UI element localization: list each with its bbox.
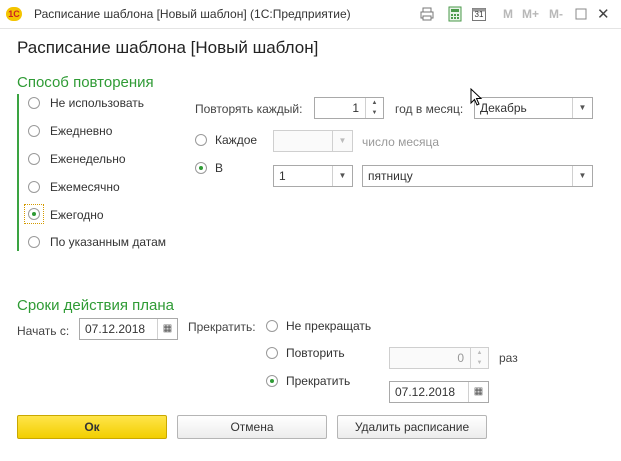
delete-schedule-button[interactable]: Удалить расписание [337,415,487,439]
option-label: Ежемесячно [50,180,120,194]
print-icon[interactable] [419,6,435,22]
spin-up-icon[interactable]: ▲ [471,348,488,358]
calendar-day: 31 [474,10,484,19]
spin-down-icon[interactable]: ▼ [471,358,488,368]
cancel-button[interactable]: Отмена [177,415,327,439]
window-title: Расписание шаблона [Новый шаблон] (1С:Пр… [34,7,351,21]
repeat-count-value: 0 [457,351,464,365]
repeat-count-spinner[interactable]: ▲ ▼ [470,348,488,368]
radio-button[interactable] [195,134,207,146]
times-label: раз [499,351,518,365]
option-label: Каждое [215,133,258,147]
calendar-icon[interactable]: ▦ [468,382,488,402]
repeat-option-yearly[interactable]: Ежегодно [24,204,194,226]
radio-button-selected[interactable] [266,375,278,387]
stop-option-repeat[interactable]: Повторить [266,346,366,362]
option-label: Еженедельно [50,152,126,166]
ok-button[interactable]: Ок [17,415,167,439]
day-of-month-label: число месяца [362,135,440,149]
form-heading: Расписание шаблона [Новый шаблон] [17,38,319,57]
repeat-every-input[interactable]: 1 ▲ ▼ [314,97,384,119]
memory-minus-button[interactable]: M- [549,7,563,21]
option-label: В [215,161,224,175]
repeat-every-label: Повторять каждый: [195,102,303,116]
stop-date-input[interactable]: 07.12.2018 ▦ [389,381,489,403]
week-number-value: 1 [279,169,286,183]
weekday-option[interactable]: В [195,161,255,177]
radio-button[interactable] [266,320,278,332]
calendar-icon[interactable]: 31 [471,6,487,22]
chevron-down-icon[interactable]: ▼ [332,131,352,151]
chevron-down-icon[interactable]: ▼ [572,98,592,118]
radio-button-selected[interactable] [195,162,207,174]
option-label: Не использовать [50,96,144,110]
option-label: Прекратить [286,374,351,388]
repeat-option-none[interactable]: Не использовать [28,96,198,112]
stop-option-stop[interactable]: Прекратить [266,374,376,390]
start-date-input[interactable]: 07.12.2018 ▦ [79,318,178,340]
minimize-icon[interactable] [573,6,589,22]
radio-button[interactable] [28,125,40,137]
month-value: Декабрь [480,101,527,115]
option-label: Не прекращать [286,319,372,333]
option-label: По указанным датам [50,235,167,249]
stop-date-value: 07.12.2018 [395,385,456,399]
radio-button[interactable] [28,153,40,165]
spin-down-icon[interactable]: ▼ [366,108,383,118]
stop-label: Прекратить: [188,320,256,334]
radio-button[interactable] [28,181,40,193]
repeat-option-daily[interactable]: Ежедневно [28,124,198,140]
repeat-count-input[interactable]: 0 ▲ ▼ [389,347,489,369]
chevron-down-icon[interactable]: ▼ [572,166,592,186]
terms-section-title: Сроки действия плана [17,297,174,314]
repeat-every-value: 1 [352,101,359,115]
radio-button-selected[interactable] [28,208,40,220]
memory-plus-button[interactable]: M+ [522,7,539,21]
month-select[interactable]: Декабрь ▼ [474,97,593,119]
option-label: Ежедневно [50,124,113,138]
repeat-option-weekly[interactable]: Еженедельно [28,152,198,168]
year-in-month-label: год в месяц: [395,102,464,116]
day-of-month-select[interactable]: ▼ [273,130,353,152]
radio-button[interactable] [28,97,40,109]
start-date-value: 07.12.2018 [85,322,146,336]
app-logo-icon: 1С [6,7,22,21]
weekday-select[interactable]: пятницу ▼ [362,165,593,187]
option-label: Ежегодно [50,208,104,222]
repeat-section-title: Способ повторения [17,74,154,91]
spin-up-icon[interactable]: ▲ [366,98,383,108]
radio-button[interactable] [266,347,278,359]
week-number-select[interactable]: 1 ▼ [273,165,353,187]
section-marker-line [17,94,19,251]
calculator-icon[interactable] [447,6,463,22]
repeat-every-spinner[interactable]: ▲ ▼ [365,98,383,118]
calendar-icon[interactable]: ▦ [157,319,177,339]
start-label: Начать с: [17,324,70,338]
memory-button[interactable]: M [503,7,513,21]
weekday-value: пятницу [368,169,413,183]
close-icon[interactable]: ✕ [597,5,610,23]
radio-button[interactable] [28,236,40,248]
option-label: Повторить [286,346,345,360]
stop-option-never[interactable]: Не прекращать [266,319,386,335]
title-bar: 1С Расписание шаблона [Новый шаблон] (1С… [0,0,621,29]
every-day-option[interactable]: Каждое [195,133,265,149]
repeat-option-monthly[interactable]: Ежемесячно [28,180,198,196]
chevron-down-icon[interactable]: ▼ [332,166,352,186]
repeat-option-by-dates[interactable]: По указанным датам [28,235,198,251]
